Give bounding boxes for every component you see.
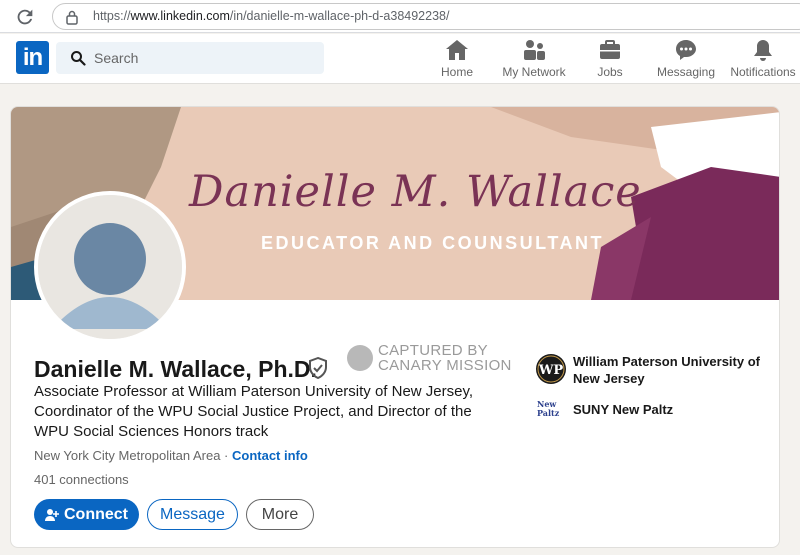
nav-my-network[interactable]: My Network <box>498 39 570 81</box>
svg-text:Paltz: Paltz <box>537 408 560 418</box>
experience-item-new-paltz[interactable]: New Paltz SUNY New Paltz <box>535 399 775 421</box>
nav-home-label: Home <box>440 65 473 79</box>
message-label: Message <box>160 505 225 523</box>
more-button[interactable]: More <box>246 499 314 530</box>
connect-button[interactable]: Connect <box>34 499 139 530</box>
default-avatar-icon <box>38 195 182 339</box>
nav-notifications-label: Notifications <box>730 65 796 79</box>
network-icon <box>524 40 545 60</box>
profile-name: Danielle M. Wallace, Ph.D. <box>34 356 317 382</box>
top-nav: in Home My Network Jobs <box>0 34 800 84</box>
reload-icon[interactable] <box>14 6 36 28</box>
banner-name-text: Danielle M. Wallace <box>189 167 642 217</box>
more-label: More <box>261 505 299 523</box>
address-bar[interactable]: https://www.linkedin.com/in/danielle-m-w… <box>52 3 800 30</box>
experience-org-new-paltz: SUNY New Paltz <box>573 402 674 417</box>
home-icon <box>446 40 468 60</box>
canary-mission-watermark: CAPTURED BY CANARY MISSION <box>347 343 517 377</box>
canary-logo-icon <box>347 345 373 371</box>
verified-shield-icon[interactable] <box>308 357 328 379</box>
profile-location: New York City Metropolitan Area <box>34 448 221 463</box>
nav-jobs-label: Jobs <box>597 65 623 79</box>
watermark-text: CAPTURED BY CANARY MISSION <box>378 342 512 374</box>
nav-notifications[interactable]: Notifications <box>728 39 798 81</box>
browser-toolbar: https://www.linkedin.com/in/danielle-m-w… <box>0 0 800 33</box>
profile-card: Danielle M. Wallace EDUCATOR AND COUNSUL… <box>10 106 780 548</box>
linkedin-logo[interactable]: in <box>16 41 49 74</box>
new-paltz-logo-icon: New Paltz <box>537 399 560 418</box>
wp-logo-icon: WP <box>536 354 566 384</box>
profile-headline: Associate Professor at William Paterson … <box>34 383 474 440</box>
nav-home[interactable]: Home <box>432 39 482 81</box>
experience-org-wpu: William Paterson University of New Jerse… <box>573 354 760 386</box>
banner-tagline: EDUCATOR AND COUNSULTANT <box>261 233 604 253</box>
avatar[interactable] <box>34 191 186 343</box>
experience-item-wpu[interactable]: WP William Paterson University of New Je… <box>535 353 775 389</box>
nav-messaging[interactable]: Messaging <box>654 39 718 81</box>
connect-label: Connect <box>64 505 128 523</box>
nav-jobs[interactable]: Jobs <box>588 39 632 81</box>
separator-dot: · <box>220 448 232 463</box>
lock-icon[interactable] <box>65 9 79 25</box>
nav-my-network-label: My Network <box>502 65 566 79</box>
bell-icon <box>754 40 772 61</box>
search-input[interactable] <box>94 42 314 74</box>
location-row: New York City Metropolitan Area · Contac… <box>34 448 308 463</box>
briefcase-icon <box>600 40 620 59</box>
svg-text:WP: WP <box>538 363 564 378</box>
message-button[interactable]: Message <box>147 499 238 530</box>
connections-count: 401 connections <box>34 472 129 487</box>
url-text: https://www.linkedin.com/in/danielle-m-w… <box>93 9 450 23</box>
contact-info-link[interactable]: Contact info <box>232 448 308 463</box>
messaging-icon <box>676 40 696 60</box>
search-box[interactable] <box>56 42 324 74</box>
nav-messaging-label: Messaging <box>656 65 716 79</box>
search-icon <box>71 51 86 66</box>
add-person-icon <box>45 508 59 521</box>
